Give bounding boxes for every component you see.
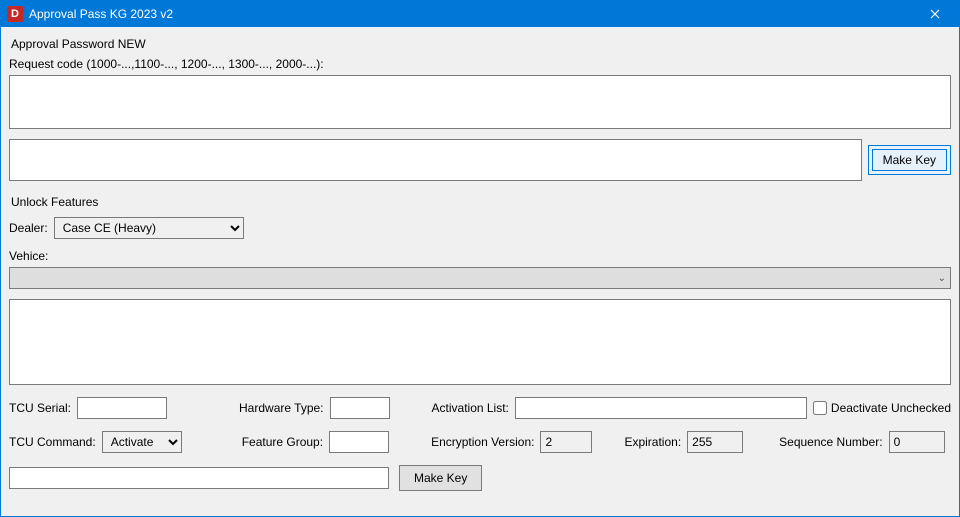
vehicle-label: Vehice: xyxy=(9,249,951,263)
feature-group-input[interactable] xyxy=(329,431,389,453)
expiration-input[interactable] xyxy=(687,431,743,453)
close-button[interactable] xyxy=(915,1,955,27)
app-window: D Approval Pass KG 2023 v2 Approval Pass… xyxy=(0,0,960,517)
activation-list-input[interactable] xyxy=(515,397,807,419)
activation-list-label: Activation List: xyxy=(432,401,509,415)
section-unlock-title: Unlock Features xyxy=(11,195,951,209)
sequence-number-label: Sequence Number: xyxy=(779,435,882,449)
tcu-command-select[interactable]: Activate xyxy=(102,431,182,453)
dealer-label: Dealer: xyxy=(9,221,48,235)
make-key-button-top[interactable]: Make Key xyxy=(872,149,947,171)
feature-group-label: Feature Group: xyxy=(242,435,323,449)
request-code-input[interactable] xyxy=(9,75,951,129)
window-body: Approval Password NEW Request code (1000… xyxy=(1,27,959,516)
encryption-version-label: Encryption Version: xyxy=(431,435,534,449)
sequence-number-input[interactable] xyxy=(889,431,945,453)
window-title: Approval Pass KG 2023 v2 xyxy=(29,7,915,21)
app-icon: D xyxy=(7,6,23,22)
titlebar: D Approval Pass KG 2023 v2 xyxy=(1,1,959,27)
tcu-serial-input[interactable] xyxy=(77,397,167,419)
encryption-version-input[interactable] xyxy=(540,431,592,453)
feature-list-area[interactable] xyxy=(9,299,951,385)
vehicle-select[interactable]: ⌄ xyxy=(9,267,951,289)
tcu-command-label: TCU Command: xyxy=(9,435,96,449)
deactivate-unchecked-label: Deactivate Unchecked xyxy=(831,401,951,415)
make-key-frame: Make Key xyxy=(868,145,951,175)
hardware-type-input[interactable] xyxy=(330,397,390,419)
expiration-label: Expiration: xyxy=(624,435,681,449)
close-icon xyxy=(930,9,940,19)
bottom-output-input[interactable] xyxy=(9,467,389,489)
tcu-serial-label: TCU Serial: xyxy=(9,401,71,415)
dealer-select[interactable]: Case CE (Heavy) xyxy=(54,217,244,239)
make-key-button-bottom[interactable]: Make Key xyxy=(399,465,482,491)
hardware-type-label: Hardware Type: xyxy=(239,401,324,415)
section-approval-title: Approval Password NEW xyxy=(11,37,951,51)
deactivate-unchecked-input[interactable] xyxy=(813,401,827,415)
deactivate-unchecked-checkbox[interactable]: Deactivate Unchecked xyxy=(813,401,951,415)
approval-output[interactable] xyxy=(9,139,862,181)
request-code-label: Request code (1000-...,1100-..., 1200-..… xyxy=(9,57,951,71)
chevron-down-icon: ⌄ xyxy=(938,273,946,284)
